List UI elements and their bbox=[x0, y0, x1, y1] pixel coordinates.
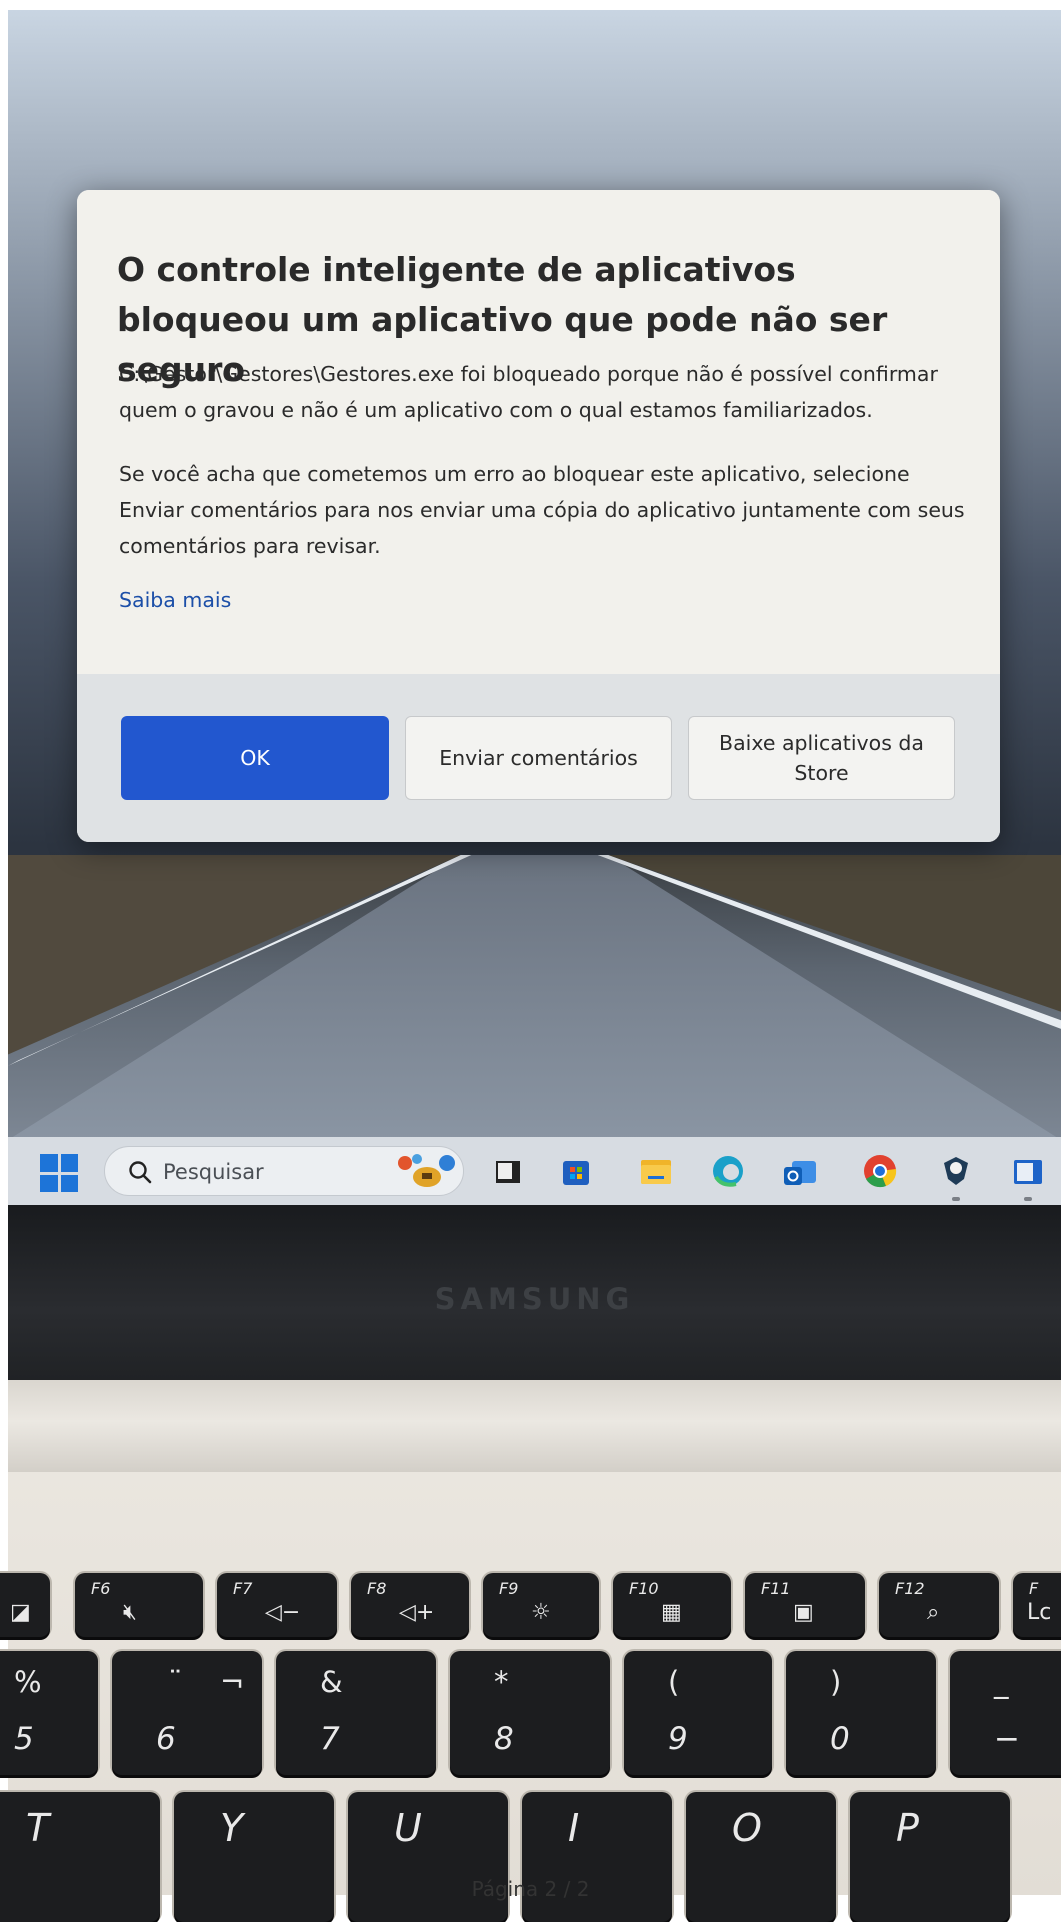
key-5[interactable]: % 5 bbox=[0, 1651, 98, 1775]
privacy-camera-icon: ▣ bbox=[793, 1600, 814, 1625]
outlook-icon[interactable] bbox=[780, 1151, 820, 1191]
search-icon bbox=[129, 1161, 152, 1184]
key-u[interactable]: U bbox=[348, 1792, 508, 1922]
key-8[interactable]: * 8 bbox=[450, 1651, 610, 1775]
key-f7[interactable]: F7 ◁− bbox=[217, 1573, 337, 1637]
key-f6[interactable]: F6 🔇︎ bbox=[75, 1573, 203, 1637]
key-f11[interactable]: F11 ▣ bbox=[745, 1573, 865, 1637]
learn-more-link[interactable]: Saiba mais bbox=[119, 588, 231, 612]
taskbar: Pesquisar bbox=[8, 1137, 1061, 1205]
smart-app-control-dialog: O controle inteligente de aplicativos bl… bbox=[77, 190, 1000, 842]
key-minus[interactable]: _ − bbox=[950, 1651, 1061, 1775]
volume-down-icon: ◁− bbox=[265, 1600, 301, 1625]
keyboard-backlight-icon: ▦ bbox=[661, 1600, 682, 1625]
start-icon[interactable] bbox=[40, 1154, 78, 1192]
task-view-icon[interactable] bbox=[488, 1151, 528, 1191]
microsoft-store-icon[interactable] bbox=[556, 1151, 596, 1191]
taskbar-search-box[interactable]: Pesquisar bbox=[104, 1146, 464, 1196]
file-explorer-icon[interactable] bbox=[636, 1151, 676, 1191]
window-icon[interactable] bbox=[1008, 1151, 1048, 1191]
edge-icon[interactable] bbox=[708, 1151, 748, 1191]
key-f8[interactable]: F8 ◁+ bbox=[351, 1573, 469, 1637]
key-o[interactable]: O bbox=[686, 1792, 836, 1922]
screen-lock-icon: ⌕ bbox=[927, 1600, 940, 1625]
send-feedback-button[interactable]: Enviar comentários bbox=[405, 716, 672, 800]
key-y[interactable]: Y bbox=[174, 1792, 334, 1922]
key-f10[interactable]: F10 ▦ bbox=[613, 1573, 731, 1637]
key-f9[interactable]: F9 ☼ bbox=[483, 1573, 599, 1637]
laptop-hinge bbox=[8, 1380, 1061, 1472]
key-f12[interactable]: F12 ⌕ bbox=[879, 1573, 999, 1637]
dialog-blocked-message: C:\Gestor\Gestores\Gestores.exe foi bloq… bbox=[119, 362, 938, 422]
search-highlight-icon bbox=[398, 1154, 455, 1187]
page-number: Página 2 / 2 bbox=[471, 1877, 590, 1901]
wallpaper-road bbox=[8, 855, 1061, 1140]
key-i[interactable]: I bbox=[522, 1792, 672, 1922]
window-running-indicator bbox=[1024, 1197, 1032, 1201]
key-9[interactable]: ( 9 bbox=[624, 1651, 772, 1775]
volume-up-icon: ◁+ bbox=[399, 1600, 435, 1625]
laptop-brand-logo: SAMSUNG bbox=[434, 1282, 635, 1316]
laptop-bezel: SAMSUNG bbox=[8, 1205, 1061, 1380]
app-icon[interactable] bbox=[936, 1151, 976, 1191]
key-t[interactable]: T bbox=[0, 1792, 160, 1922]
mute-icon: 🔇︎ bbox=[123, 1600, 137, 1625]
search-placeholder: Pesquisar bbox=[163, 1160, 264, 1184]
key-f13[interactable]: F Lc bbox=[1013, 1573, 1061, 1637]
key-0[interactable]: ) 0 bbox=[786, 1651, 936, 1775]
brightness-icon: ☼ bbox=[531, 1600, 551, 1625]
key-7[interactable]: & 7 bbox=[276, 1651, 436, 1775]
dialog-body: O controle inteligente de aplicativos bl… bbox=[77, 190, 1000, 674]
key-6[interactable]: ¢ ¨ ¬ 6 bbox=[112, 1651, 262, 1775]
app-running-indicator bbox=[952, 1197, 960, 1201]
key-f5[interactable]: ◪ bbox=[0, 1573, 50, 1637]
key-p[interactable]: P bbox=[850, 1792, 1010, 1922]
laptop-screen: O controle inteligente de aplicativos bl… bbox=[8, 10, 1061, 1205]
get-apps-from-store-button[interactable]: Baixe aplicativos da Store bbox=[688, 716, 955, 800]
ok-button[interactable]: OK bbox=[121, 716, 389, 800]
dialog-feedback-message: Se você acha que cometemos um erro ao bl… bbox=[119, 462, 965, 558]
chrome-icon[interactable] bbox=[860, 1151, 900, 1191]
